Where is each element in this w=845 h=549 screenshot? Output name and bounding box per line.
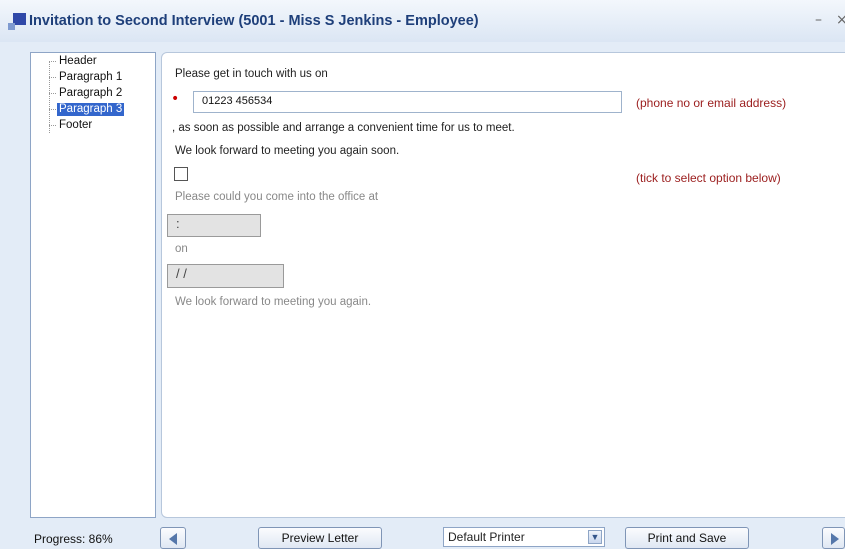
app-logo-icon <box>8 13 26 31</box>
arrow-right-icon <box>831 533 839 545</box>
date-input[interactable]: / / <box>167 264 284 288</box>
title-bar: Invitation to Second Interview (5001 - M… <box>0 0 845 42</box>
on-label: on <box>175 243 188 255</box>
asap-text: , as soon as possible and arrange a conv… <box>172 122 515 134</box>
required-marker: • <box>171 91 180 107</box>
tree-connector <box>49 61 50 133</box>
previous-button[interactable] <box>160 527 186 549</box>
look-forward-soon-text: We look forward to meeting you again soo… <box>175 145 400 157</box>
section-tree: Header Paragraph 1 Paragraph 2 Paragraph… <box>30 52 156 518</box>
chevron-down-icon[interactable]: ▼ <box>588 530 602 544</box>
printer-select[interactable]: Default Printer ▼ <box>443 527 605 547</box>
window-title: Invitation to Second Interview (5001 - M… <box>29 13 479 29</box>
progress-label: Progress: 86% <box>34 532 113 546</box>
option-checkbox[interactable] <box>174 167 188 181</box>
contact-hint: (phone no or email address) <box>636 96 787 110</box>
office-prompt-text: Please could you come into the office at <box>175 191 379 203</box>
contact-input[interactable]: 01223 456534 <box>193 91 622 113</box>
printer-select-value: Default Printer <box>448 530 525 544</box>
intro-text: Please get in touch with us on <box>175 68 328 80</box>
tree-item-paragraph-3[interactable]: Paragraph 3 <box>57 103 125 116</box>
minimize-button[interactable]: – <box>815 12 822 28</box>
tree-item-footer[interactable]: Footer <box>57 119 94 132</box>
option-hint: (tick to select option below) <box>636 171 781 185</box>
arrow-left-icon <box>169 533 177 545</box>
time-input[interactable]: : <box>167 214 261 237</box>
preview-letter-button[interactable]: Preview Letter <box>258 527 382 549</box>
print-and-save-button[interactable]: Print and Save <box>625 527 749 549</box>
tree-item-paragraph-2[interactable]: Paragraph 2 <box>57 87 124 100</box>
look-forward-text: We look forward to meeting you again. <box>175 296 372 308</box>
close-button[interactable]: × <box>836 12 845 28</box>
tree-item-paragraph-1[interactable]: Paragraph 1 <box>57 71 124 84</box>
tree-item-header[interactable]: Header <box>57 55 99 68</box>
next-button[interactable] <box>822 527 845 549</box>
